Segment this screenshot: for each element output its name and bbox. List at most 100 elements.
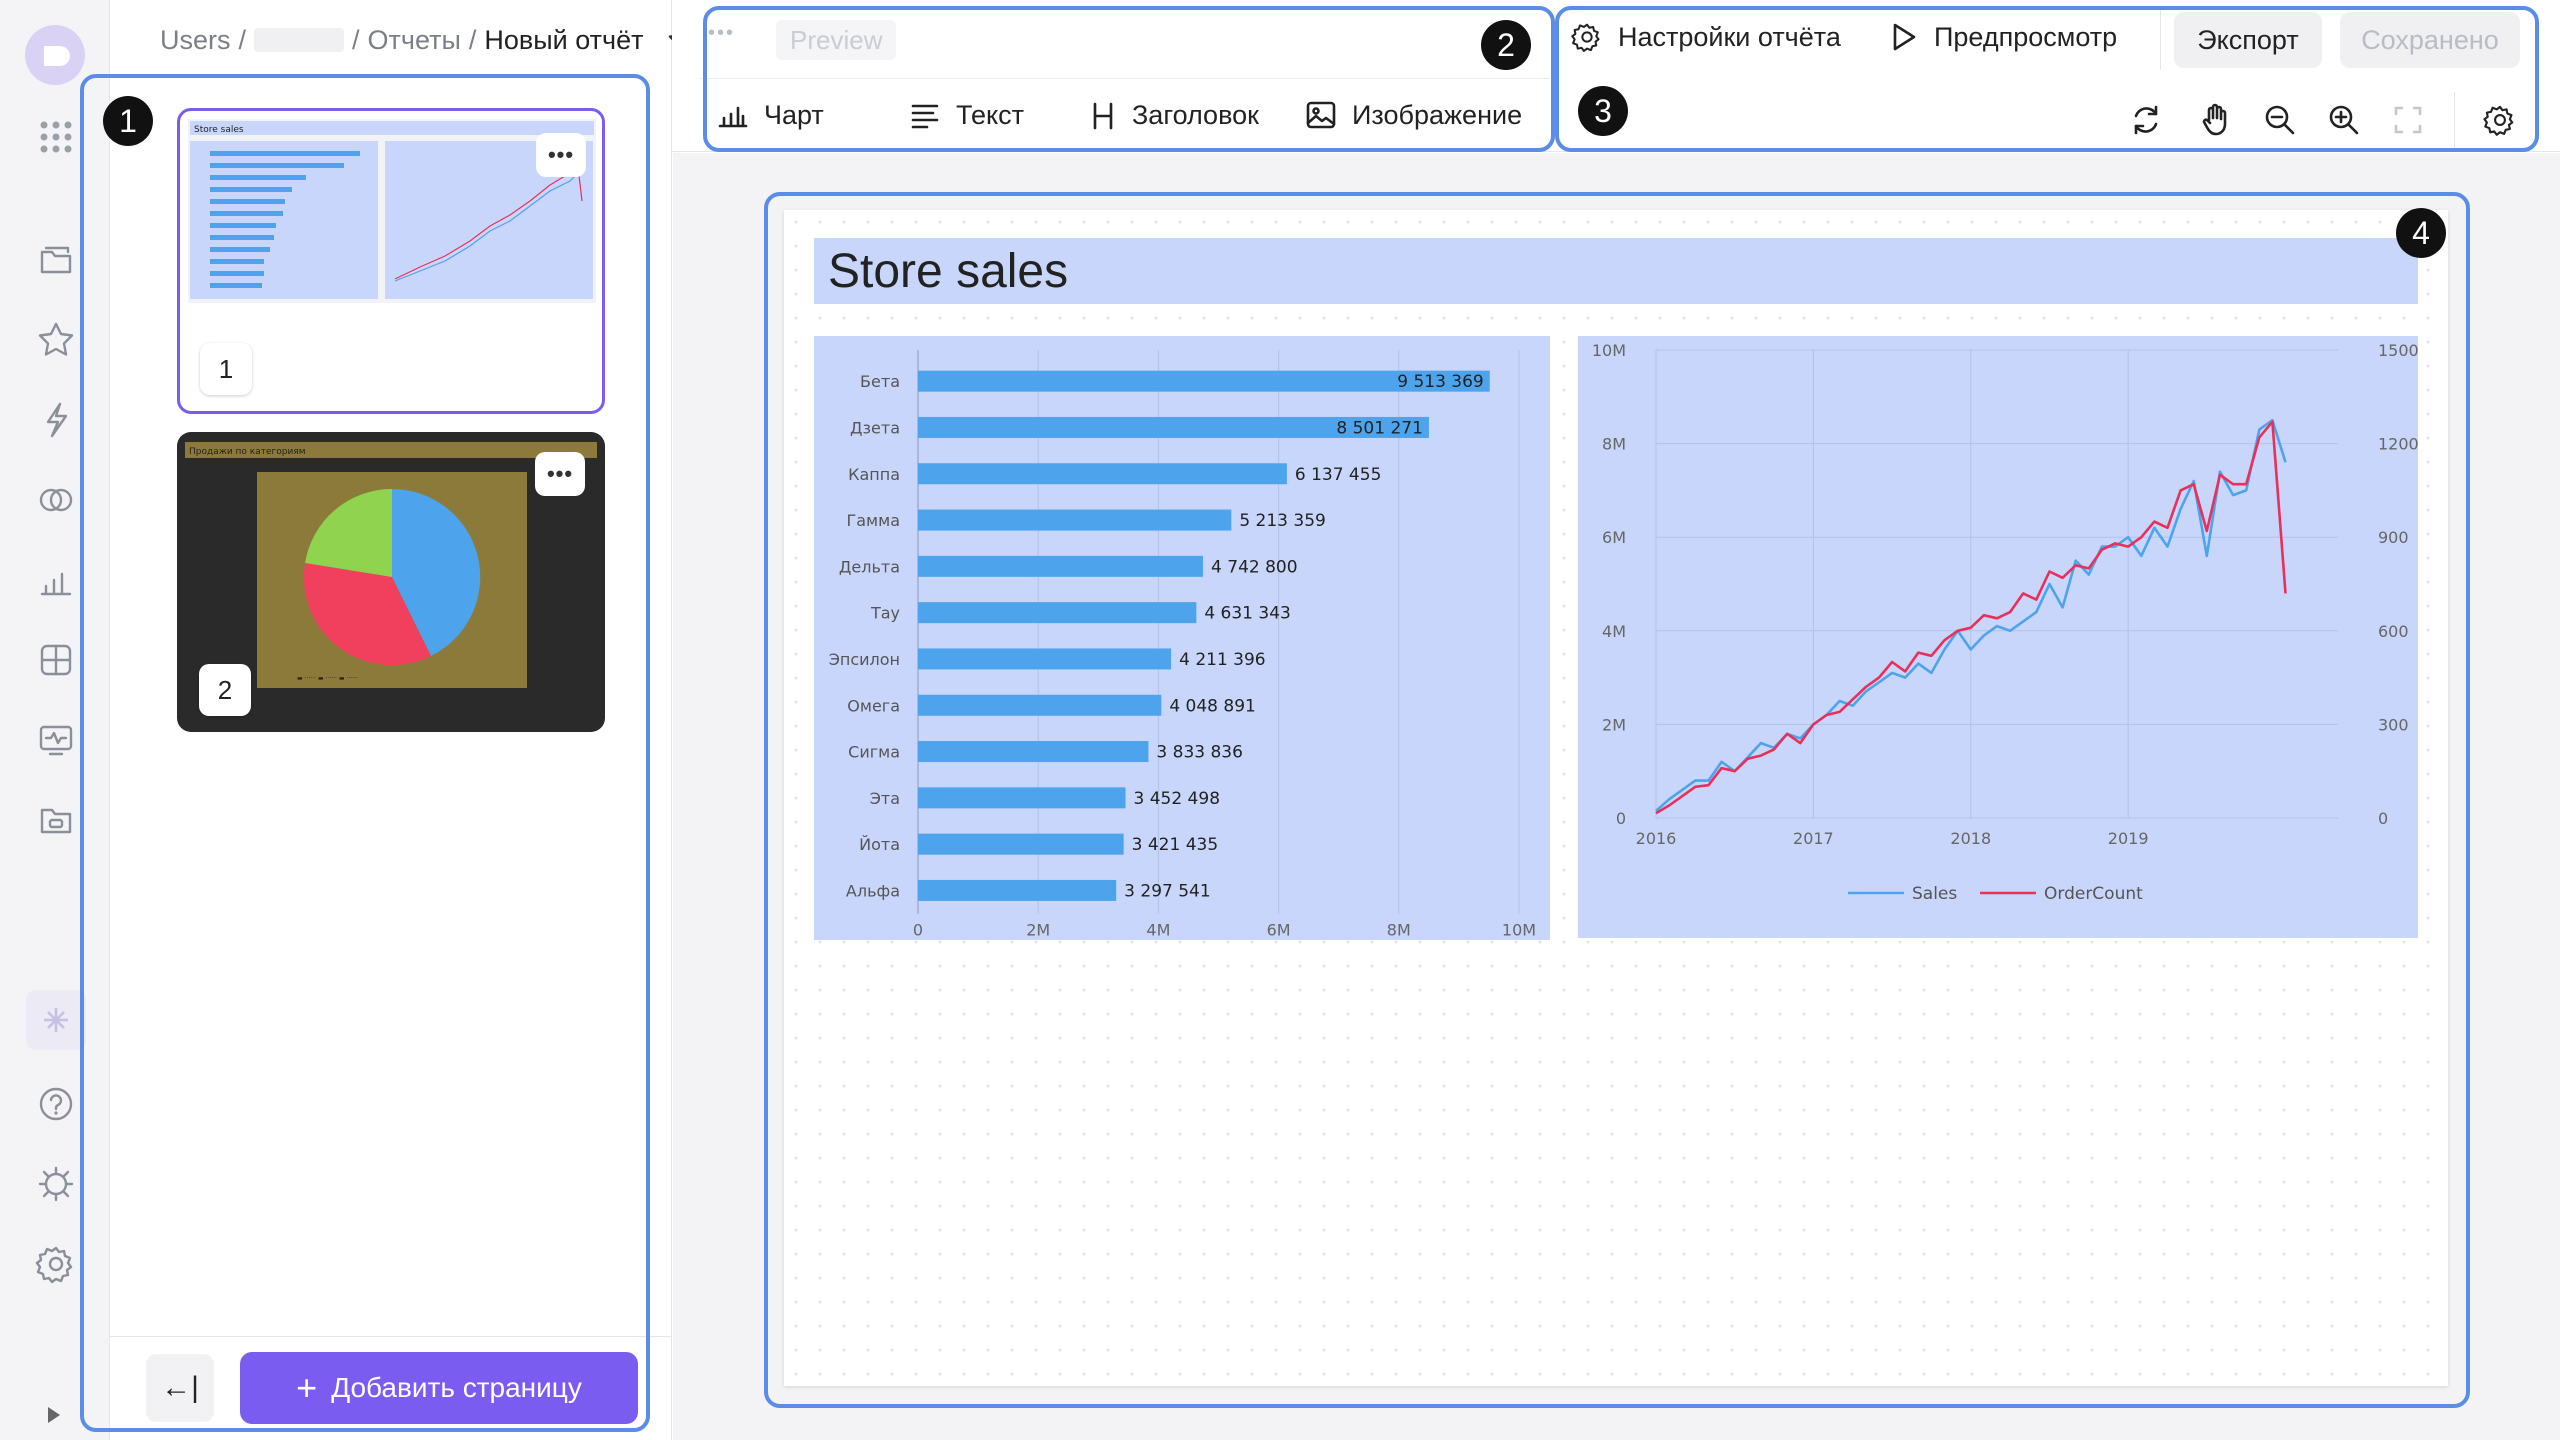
bar-chart-category-label: Эта	[870, 789, 900, 808]
bar-chart-bar	[918, 787, 1126, 809]
debug-settings-icon[interactable]	[34, 1162, 78, 1206]
callout-badge-2: 2	[1481, 20, 1531, 70]
bar-chart-x-tick: 8M	[1387, 921, 1411, 940]
bar-chart-category-label: Гамма	[846, 511, 900, 530]
help-icon[interactable]	[34, 1082, 78, 1126]
report-settings-button[interactable]: Настройки отчёта	[1570, 20, 1841, 54]
export-button[interactable]: Экспорт	[2174, 12, 2322, 68]
page-thumbnail-1-title: Store sales	[194, 125, 244, 135]
report-title-widget[interactable]: Store sales	[814, 238, 2418, 304]
insert-image-button[interactable]: Изображение	[1304, 98, 1522, 132]
bar-chart-value-label: 4 631 343	[1204, 604, 1291, 624]
gear-icon	[1571, 23, 1600, 52]
add-page-button[interactable]: + Добавить страницу	[240, 1352, 638, 1424]
preview-label: Предпросмотр	[1934, 21, 2118, 52]
line-chart-x-tick: 2019	[2108, 829, 2149, 848]
bar-chart-value-label: 5 213 359	[1239, 511, 1326, 531]
expand-rail-icon[interactable]	[40, 1402, 66, 1428]
bar-chart-category-label: Эпсилон	[829, 650, 900, 669]
active-service-icon[interactable]	[26, 990, 86, 1050]
bar-chart-category-label: Каппа	[848, 465, 900, 484]
page-menu-button[interactable]: •••	[536, 133, 586, 177]
canvas-settings-button[interactable]	[2476, 96, 2524, 144]
toolbar-vertical-divider-2	[2454, 92, 2455, 148]
callout-badge-1: 1	[103, 96, 153, 146]
insert-chart-label: Чарт	[764, 99, 824, 130]
breadcrumb-separator: /	[468, 24, 477, 55]
insert-text-button[interactable]: Текст	[908, 98, 1024, 132]
favorites-icon[interactable]	[34, 318, 78, 362]
monitoring-icon[interactable]	[34, 718, 78, 762]
bar-chart-x-tick: 6M	[1267, 921, 1291, 940]
play-icon	[1893, 23, 1916, 51]
charts-icon[interactable]	[34, 558, 78, 602]
breadcrumb-hidden-folder[interactable]	[254, 28, 345, 52]
line-chart-y-tick-right: 300	[2378, 715, 2409, 734]
pan-button[interactable]	[2192, 96, 2240, 144]
collections-icon[interactable]	[34, 238, 78, 282]
bar-chart-value-label: 3 421 435	[1132, 835, 1219, 855]
bar-chart-value-label: 4 048 891	[1169, 696, 1256, 716]
image-icon	[1306, 101, 1336, 129]
refresh-button[interactable]	[2122, 96, 2170, 144]
bar-chart-widget[interactable]: 0 2M 4M 6M 8M 10M Бета 9 513 369 Дзета 8 501 271 К…	[814, 336, 1550, 940]
line-chart-x-tick: 2016	[1636, 829, 1677, 848]
app-logo[interactable]	[22, 22, 88, 88]
page-menu-button[interactable]: •••	[535, 452, 585, 496]
bar-chart-bar	[918, 694, 1162, 716]
breadcrumb: Users / / Отчеты / Новый отчёт	[160, 20, 699, 60]
saved-button: Сохранено	[2340, 12, 2520, 68]
zoom-in-icon	[2329, 105, 2359, 135]
fullscreen-icon	[2394, 106, 2422, 134]
bar-chart-bar	[918, 509, 1232, 531]
bar-chart-bar	[918, 555, 1204, 577]
line-chart-y-tick-right: 900	[2378, 528, 2409, 547]
zoom-out-button[interactable]	[2256, 96, 2304, 144]
bar-chart-category-label: Дельта	[839, 557, 900, 576]
chart-icon	[718, 106, 748, 128]
more-button[interactable]: •••	[708, 22, 735, 45]
bar-chart-x-tick: 0	[913, 921, 923, 940]
preview-button[interactable]: Предпросмотр	[1886, 20, 2117, 54]
dashboards-icon[interactable]	[34, 638, 78, 682]
bar-chart-bar	[918, 463, 1287, 485]
line-chart-widget[interactable]: 0 0 2M 300 4M 600 6M 900 8M 1200 10M 1500 2016 2017 20…	[1578, 336, 2419, 938]
heading-icon	[1093, 102, 1113, 130]
line-chart-y-tick-right: 600	[2378, 622, 2409, 641]
text-lines-icon	[911, 104, 939, 129]
reports-folder-icon[interactable]	[34, 798, 78, 842]
apps-grid-icon[interactable]	[34, 115, 78, 159]
tab-preview[interactable]: Preview	[776, 20, 897, 60]
line-chart-y-tick-right: 0	[2378, 809, 2388, 828]
breadcrumb-root[interactable]: Users	[160, 25, 231, 56]
connections-icon[interactable]	[34, 398, 78, 442]
bar-chart-category-label: Бета	[860, 372, 900, 391]
datasets-icon[interactable]	[34, 478, 78, 522]
refresh-icon	[2134, 105, 2158, 135]
page-thumbnail-2-title: Продажи по категориям	[189, 447, 306, 457]
settings-icon[interactable]	[34, 1242, 78, 1286]
bar-chart-value-label: 3 452 498	[1133, 789, 1220, 809]
breadcrumb-section[interactable]: Отчеты	[368, 25, 461, 56]
insert-chart-button[interactable]: Чарт	[716, 98, 824, 132]
bar-chart-bar	[918, 741, 1149, 763]
bar-chart-bar	[918, 602, 1197, 624]
bar-chart-x-tick: 10M	[1502, 921, 1536, 940]
insert-heading-button[interactable]: Заголовок	[1088, 98, 1259, 132]
page-thumbnail-2[interactable]: Продажи по категориям ▬ ······ ▬ ······ …	[177, 432, 605, 732]
line-chart-y-tick-left: 8M	[1602, 435, 1626, 454]
page-thumbnail-1[interactable]: Store sales ••• 1	[177, 108, 605, 414]
breadcrumb-separator: /	[352, 24, 360, 55]
fit-screen-button[interactable]	[2384, 96, 2432, 144]
nav-rail	[0, 0, 110, 1440]
bar-chart-category-label: Омега	[847, 696, 900, 715]
line-chart-y-tick-left: 4M	[1602, 622, 1626, 641]
breadcrumb-current: Новый отчёт	[484, 24, 644, 55]
bar-chart-category-label: Альфа	[846, 881, 900, 900]
zoom-in-button[interactable]	[2320, 96, 2368, 144]
hand-icon	[2202, 103, 2227, 136]
bar-chart-bar	[918, 833, 1124, 855]
line-chart-x-tick: 2017	[1793, 829, 1834, 848]
line-chart-y-tick-left: 2M	[1602, 715, 1626, 734]
collapse-sidebar-button[interactable]: ←|	[146, 1354, 214, 1422]
